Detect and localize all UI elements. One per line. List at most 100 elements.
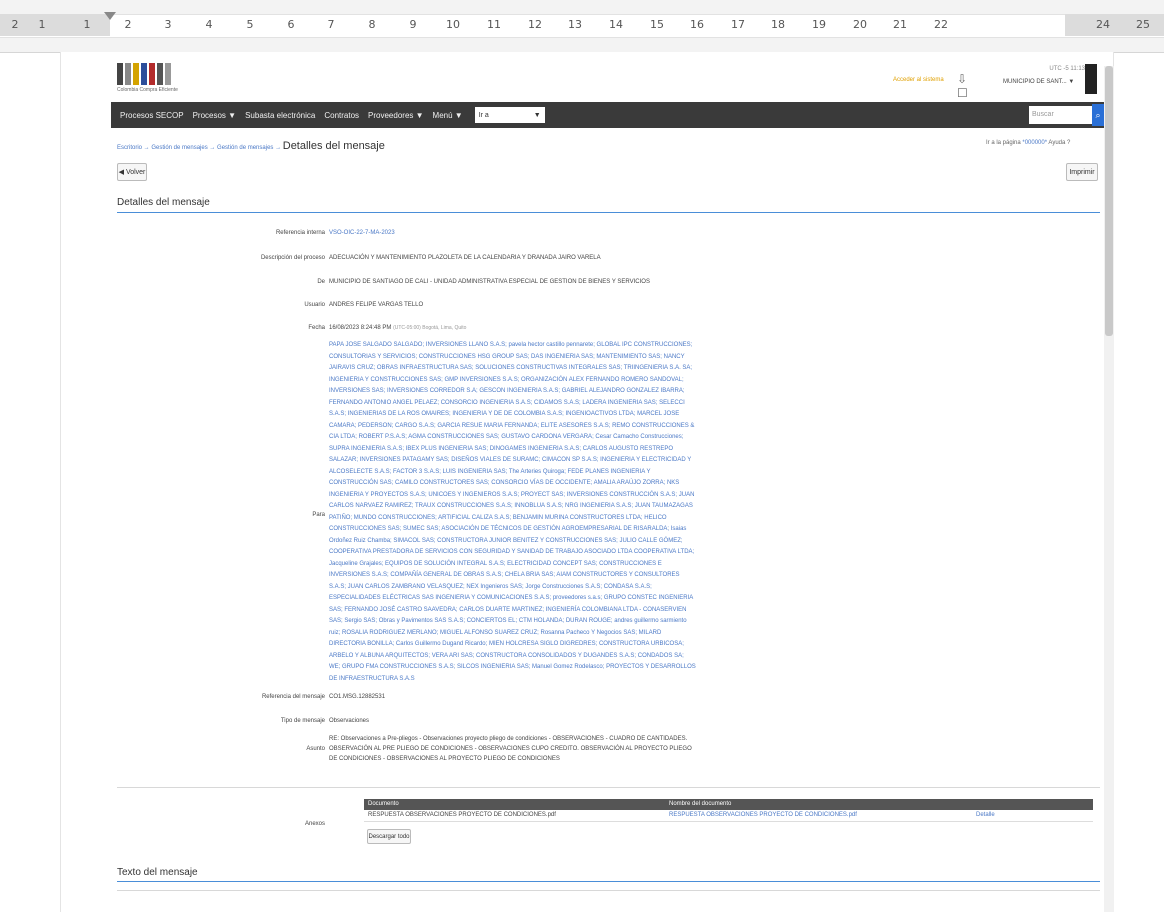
ruler-tick: 3 [164,18,172,31]
ruler-tick: 8 [368,18,376,31]
attachments-label: Anexos [304,821,325,827]
nav-menu[interactable]: Menú ▼ [433,111,463,120]
attachments-header: Documento Nombre del documento [364,799,1093,810]
page-link[interactable]: *000000* [1022,140,1047,146]
breadcrumb: Escritorio → Gestión de mensajes → Gesti… [117,140,385,152]
ruler-tick: 15 [650,18,664,31]
field-label: Referencia del mensaje [261,694,325,700]
back-button-label: Volver [125,168,146,176]
download-all-button[interactable]: Descargar todo [367,829,411,844]
back-arrow-icon: ◀ [118,169,124,176]
internal-reference[interactable]: VSO-OIC-22-7-MA-2023 [329,230,395,236]
column-header: Documento [368,801,399,807]
top-notice[interactable]: Acceder al sistema [893,77,944,83]
date-timezone: (UTC-05:00) Bogotá, Lima, Quito [393,325,467,331]
field-label: Referencia interna [275,230,325,236]
nav-go-select[interactable]: Ir a ▼ [474,107,545,123]
message-type: Observaciones [329,718,370,724]
attachments-table: Documento Nombre del documento RESPUESTA… [364,799,1093,822]
document-file: RESPUESTA OBSERVACIONES PROYECTO DE COND… [368,812,556,818]
logo: Colombia Compra Eficiente [117,63,179,93]
divider [117,890,1100,891]
ruler-tick: 17 [731,18,745,31]
logo-text: Colombia Compra Eficiente [117,87,178,93]
recipients-list[interactable]: PAPA JOSE SALGADO SALGADO; INVERSIONES L… [329,340,696,685]
ruler-tick: 1 [38,18,46,31]
ruler-tick: 18 [771,18,785,31]
notification-icon[interactable]: ⇩ ☐ [957,72,968,100]
ruler-tick: 20 [853,18,867,31]
ruler-tick: 1 [83,18,91,31]
subject: RE: Observaciones a Pre-pliegos - Observ… [329,736,692,762]
ruler-tick: 12 [528,18,542,31]
ruler-tick: 25 [1136,18,1150,31]
ruler-tick: 22 [934,18,948,31]
details-section-title: Detalles del mensaje [117,197,210,208]
ruler-tick: 21 [893,18,907,31]
vertical-scrollbar[interactable] [1104,66,1114,912]
divider [117,787,1100,788]
nav-proveedores[interactable]: Proveedores ▼ [368,111,424,120]
scrollbar-thumb[interactable] [1105,66,1113,336]
nav-procesos[interactable]: Procesos ▼ [193,111,237,120]
ruler-tick: 2 [11,18,19,31]
help-area: Ir a la página *000000* Ayuda ? [986,140,1070,146]
field-label: Para [312,512,325,518]
detail-link[interactable]: Detalle [976,812,995,818]
main-navbar: Procesos SECOP Procesos ▼ Subasta electr… [111,102,1104,128]
avatar[interactable] [1085,64,1097,94]
document-name-link[interactable]: RESPUESTA OBSERVACIONES PROYECTO DE COND… [669,812,857,818]
search-input[interactable]: Buscar [1029,106,1094,124]
table-row: RESPUESTA OBSERVACIONES PROYECTO DE COND… [364,810,1093,822]
breadcrumb-path[interactable]: Escritorio → Gestión de mensajes → Gesti… [117,145,281,151]
ruler-indent-marker[interactable] [104,12,116,20]
search-icon: ⌕ [1095,110,1101,120]
search-button[interactable]: ⌕ [1092,104,1104,126]
nav-procesos-secop[interactable]: Procesos SECOP [120,111,184,120]
field-label: Usuario [304,302,325,308]
help-icon[interactable]: ? [1067,140,1070,146]
field-label: De [317,279,325,285]
ruler-tick: 6 [287,18,295,31]
nav-subasta[interactable]: Subasta electrónica [245,111,315,120]
ruler-tick: 11 [487,18,501,31]
logo-bars [117,63,179,85]
ruler-strip [0,14,1164,38]
user-time: UTC -5 11:13 [1049,66,1085,72]
field-label: Fecha [308,325,325,331]
date-value: 16/08/2023 8:24:48 PM [329,325,392,331]
nav-contratos[interactable]: Contratos [324,111,359,120]
ruler-tick: 10 [446,18,460,31]
back-button[interactable]: ◀ Volver [117,163,147,181]
caret-down-icon: ▼ [533,111,541,119]
message-text-section-line [117,881,1100,882]
field-label: Tipo de mensaje [280,718,325,724]
help-link[interactable]: Ayuda [1048,140,1065,146]
ruler-tick: 9 [409,18,417,31]
details-section-line [117,212,1100,213]
nav-select-value: Ir a [478,111,489,119]
message-text-section-title: Texto del mensaje [117,867,198,878]
field-label: Descripción del proceso [260,255,325,261]
ruler-tick: 16 [690,18,704,31]
ruler-tick: 19 [812,18,826,31]
ruler: 2 1 1 2 3 4 5 6 7 8 9 10 11 12 13 14 15 16 17 18 19 20 21 22 24 2… [0,0,1164,53]
caret-down-icon: ▼ [1068,79,1075,85]
page-title: Detalles del mensaje [282,140,385,152]
user-entity: MUNICIPIO DE SANT... ▼ [1003,79,1075,85]
help-prefix: Ir a la página [986,140,1021,146]
message-reference: CO1.MSG.12882531 [329,694,386,700]
user: ANDRES FELIPE VARGAS TELLO [329,302,424,308]
date: 16/08/2023 8:24:48 PM (UTC-05:00) Bogotá… [329,325,466,331]
ruler-tick: 13 [568,18,582,31]
field-label: Asunto [306,746,325,752]
print-button[interactable]: Imprimir [1066,163,1098,181]
ruler-tick: 14 [609,18,623,31]
ruler-tick: 24 [1096,18,1110,31]
ruler-tick: 7 [327,18,335,31]
ruler-tick: 2 [124,18,132,31]
ruler-tick: 4 [205,18,213,31]
user-block[interactable]: UTC -5 11:13 MUNICIPIO DE SANT... ▼ [1003,66,1085,85]
ruler-tick: 5 [246,18,254,31]
column-header: Nombre del documento [669,801,732,807]
